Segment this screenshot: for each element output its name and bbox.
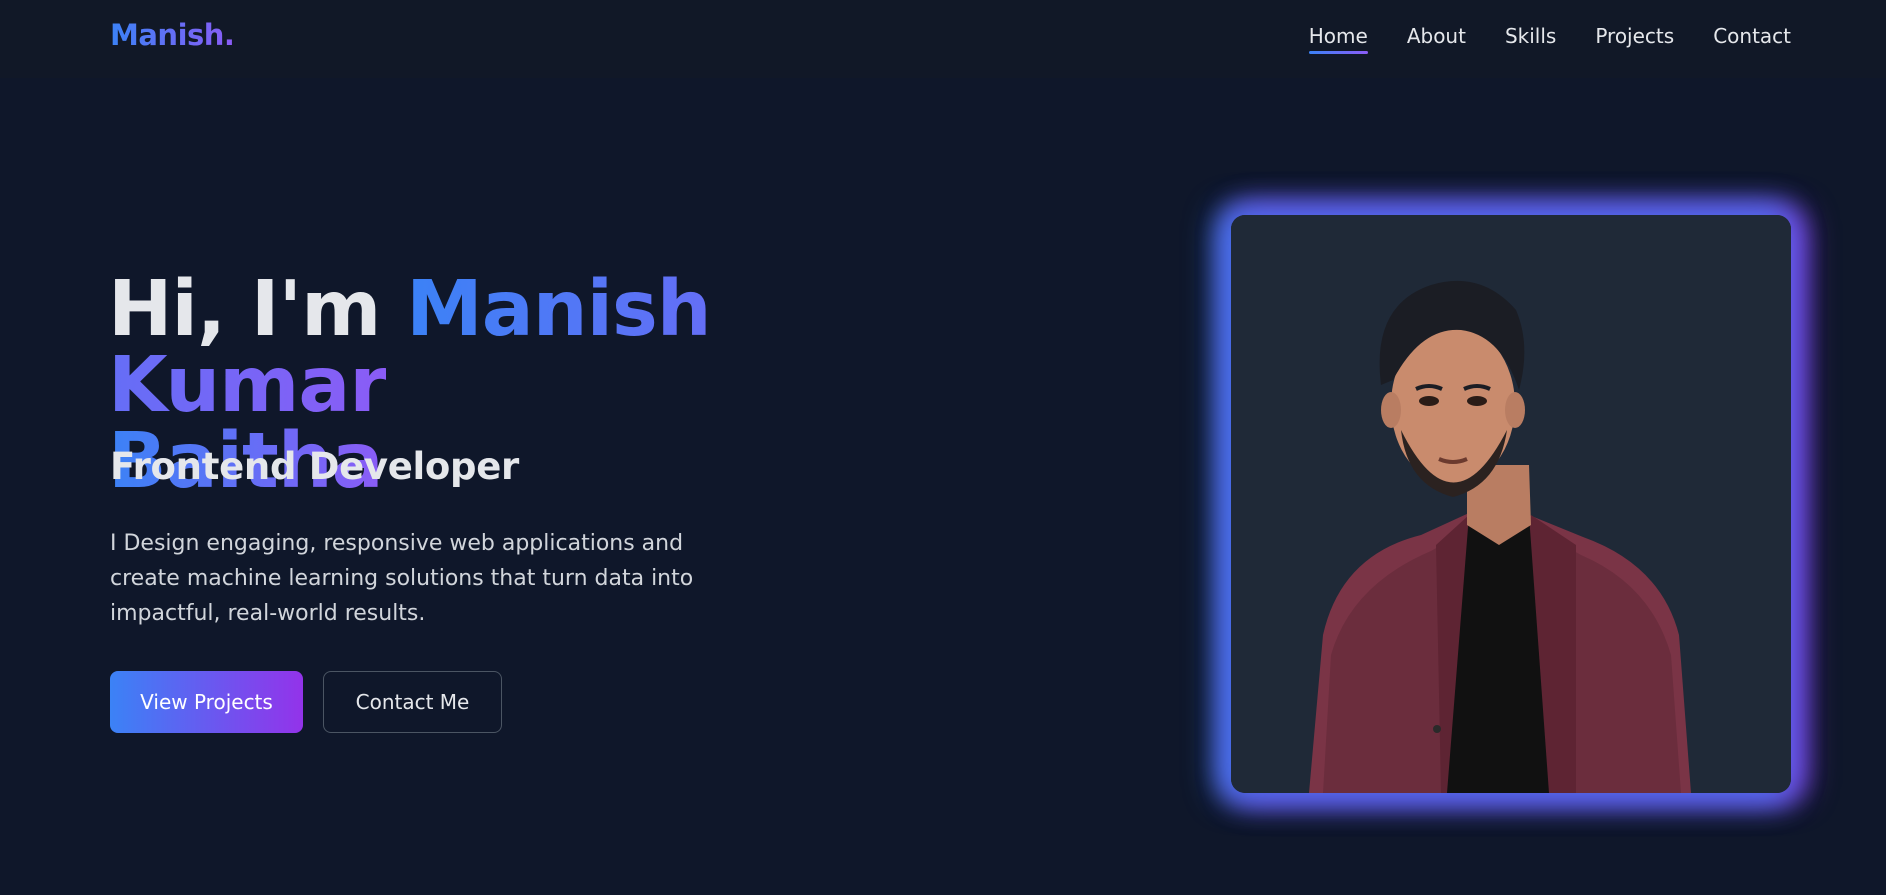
- nav-link-skills[interactable]: Skills: [1505, 24, 1556, 54]
- page: Manish. Home About Skills Projects Conta…: [0, 0, 1886, 895]
- nav-link-home[interactable]: Home: [1308, 24, 1368, 54]
- profile-photo: [1231, 215, 1791, 793]
- contact-me-button[interactable]: Contact Me: [323, 671, 502, 733]
- profile-photo-frame: [1231, 215, 1791, 793]
- nav-links: Home About Skills Projects Contact: [1308, 24, 1791, 54]
- nav-link-contact[interactable]: Contact: [1713, 24, 1791, 54]
- view-projects-button[interactable]: View Projects: [110, 671, 303, 733]
- nav-link-about[interactable]: About: [1407, 24, 1466, 54]
- hero-subtitle: Frontend Developer: [110, 445, 519, 488]
- navbar: Manish. Home About Skills Projects Conta…: [0, 0, 1886, 78]
- nav-link-projects[interactable]: Projects: [1595, 24, 1674, 54]
- brand-logo[interactable]: Manish.: [110, 18, 235, 52]
- hero-description: I Design engaging, responsive web applic…: [110, 531, 694, 626]
